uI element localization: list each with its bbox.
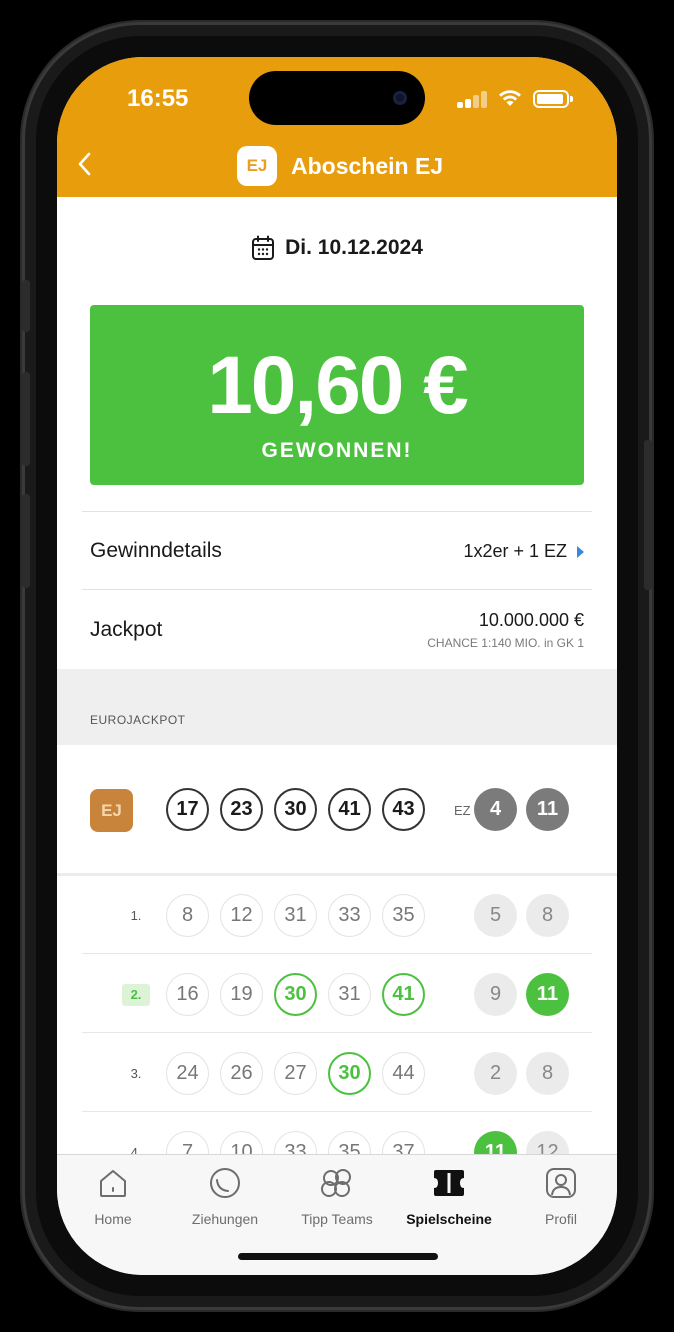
tab-tipp-teams[interactable]: Tipp Teams <box>281 1165 393 1227</box>
tip-number: 33 <box>328 894 371 937</box>
drawn-number: 41 <box>328 788 371 831</box>
back-chevron-icon[interactable] <box>71 149 101 179</box>
jackpot-label: Jackpot <box>90 618 163 641</box>
calendar-icon <box>252 235 275 260</box>
divider <box>57 873 617 876</box>
tip-number: 19 <box>220 973 263 1016</box>
tip-euro-number: 5 <box>474 894 517 937</box>
app-header: 16:55 EJ Aboschein EJ <box>57 57 617 197</box>
jackpot-chance: CHANCE 1:140 MIO. in GK 1 <box>427 636 584 650</box>
tip-number: 27 <box>274 1052 317 1095</box>
drawn-euro-number: 4 <box>474 788 517 831</box>
tab-spielscheine-label: Spielscheine <box>406 1211 492 1227</box>
ticket-icon <box>434 1170 464 1196</box>
divider <box>82 1111 592 1112</box>
drawn-number: 17 <box>166 788 209 831</box>
tip-label-winning: 2. <box>122 984 150 1006</box>
drawn-number: 43 <box>382 788 425 831</box>
divider <box>82 1032 592 1033</box>
cellular-signal-icon <box>457 90 489 108</box>
tip-number: 12 <box>220 894 263 937</box>
jackpot-row: Jackpot 10.000.000 € CHANCE 1:140 MIO. i… <box>90 590 584 668</box>
tip-number: 24 <box>166 1052 209 1095</box>
drawn-number: 30 <box>274 788 317 831</box>
gewinndetails-value: 1x2er + 1 EZ <box>463 541 584 562</box>
wifi-icon <box>499 90 521 106</box>
eurojackpot-logo: EJ <box>90 789 133 832</box>
tip-number: 31 <box>328 973 371 1016</box>
tip-euro-number-hit: 11 <box>526 973 569 1016</box>
tip-number: 16 <box>166 973 209 1016</box>
status-time: 16:55 <box>127 85 189 112</box>
gewinndetails-label: Gewinndetails <box>90 539 222 562</box>
tip-number: 31 <box>274 894 317 937</box>
section-header: EUROJACKPOT <box>57 669 617 745</box>
tip-number-hit: 41 <box>382 973 425 1016</box>
eurojackpot-logo: EJ <box>237 146 277 186</box>
tab-home-label: Home <box>94 1211 132 1227</box>
home-icon <box>100 1170 126 1197</box>
dynamic-island <box>249 71 425 125</box>
tip-number: 8 <box>166 894 209 937</box>
tip-label: 1. <box>130 908 142 923</box>
gewinndetails-row[interactable]: Gewinndetails 1x2er + 1 EZ <box>90 512 584 590</box>
section-title: EUROJACKPOT <box>90 713 186 727</box>
win-banner: 10,60 € GEWONNEN! <box>90 305 584 485</box>
volume-up-button <box>22 372 30 466</box>
tab-tipp-teams-label: Tipp Teams <box>301 1211 373 1227</box>
team-balls-icon <box>321 1169 351 1197</box>
tip-label: 3. <box>130 1066 142 1081</box>
drawn-euro-number: 11 <box>526 788 569 831</box>
volume-down-button <box>22 494 30 588</box>
tip-number: 26 <box>220 1052 263 1095</box>
jackpot-value: 10.000.000 € <box>478 610 584 630</box>
tip-number-hit: 30 <box>328 1052 371 1095</box>
profile-icon <box>546 1168 576 1198</box>
lottery-ball-icon <box>210 1168 240 1198</box>
win-amount: 10,60 € <box>207 340 469 431</box>
tab-ziehungen-label: Ziehungen <box>191 1211 259 1227</box>
tip-number: 35 <box>382 894 425 937</box>
page-title: Aboschein EJ <box>291 152 444 179</box>
date-text: Di. 10.12.2024 <box>285 236 423 259</box>
chevron-right-icon <box>577 546 584 559</box>
power-button <box>644 440 652 590</box>
tab-profil-label: Profil <box>545 1211 577 1227</box>
win-label: GEWONNEN! <box>261 439 413 462</box>
draw-date: Di. 10.12.2024 <box>57 235 617 261</box>
tip-euro-number: 2 <box>474 1052 517 1095</box>
tip-euro-number: 9 <box>474 973 517 1016</box>
tab-ziehungen[interactable]: Ziehungen <box>169 1165 281 1227</box>
app-screen: 16:55 EJ Aboschein EJ Di. 10.12.2024 10,… <box>57 57 617 1275</box>
drawn-number: 23 <box>220 788 263 831</box>
home-indicator[interactable] <box>238 1253 438 1260</box>
tip-euro-number: 8 <box>526 894 569 937</box>
header-title-row: EJ Aboschein EJ <box>237 146 443 186</box>
tip-euro-number: 8 <box>526 1052 569 1095</box>
tab-spielscheine[interactable]: Spielscheine <box>393 1165 505 1227</box>
battery-icon <box>533 90 573 108</box>
tip-number: 44 <box>382 1052 425 1095</box>
action-button <box>22 280 30 332</box>
ez-label: EZ <box>454 803 471 818</box>
tab-home[interactable]: Home <box>57 1165 169 1227</box>
tip-number-hit: 30 <box>274 973 317 1016</box>
divider <box>82 953 592 954</box>
tab-profil[interactable]: Profil <box>505 1165 617 1227</box>
